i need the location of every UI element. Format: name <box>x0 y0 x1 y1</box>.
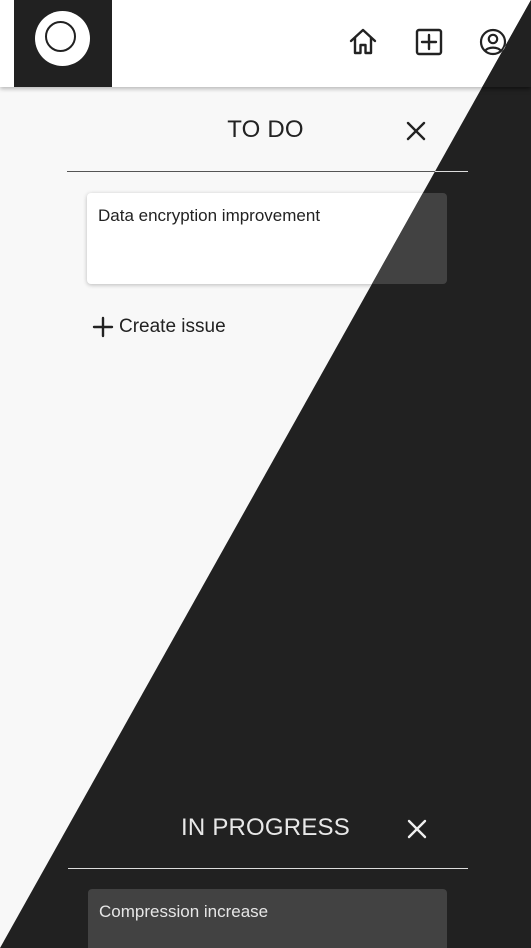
issue-card[interactable]: Compression increase <box>88 889 447 948</box>
column-title-todo: TO DO <box>227 116 304 143</box>
column-title-in-progress: IN PROGRESS <box>181 814 350 841</box>
logo-circle <box>35 11 90 66</box>
board-screen: TO DO Data encryption improvement Create… <box>0 0 531 948</box>
create-issue-button[interactable]: Create issue <box>92 313 226 341</box>
column-divider <box>67 171 468 172</box>
plus-icon <box>92 316 114 338</box>
add-box-icon[interactable] <box>413 26 445 58</box>
app-header <box>0 0 531 87</box>
close-icon[interactable] <box>404 816 430 842</box>
home-icon[interactable] <box>347 26 379 58</box>
logo-button[interactable] <box>14 0 112 87</box>
column-divider <box>68 868 468 869</box>
close-icon[interactable] <box>403 118 429 144</box>
create-issue-label: Create issue <box>119 316 226 337</box>
circle-logo-icon <box>45 21 76 52</box>
